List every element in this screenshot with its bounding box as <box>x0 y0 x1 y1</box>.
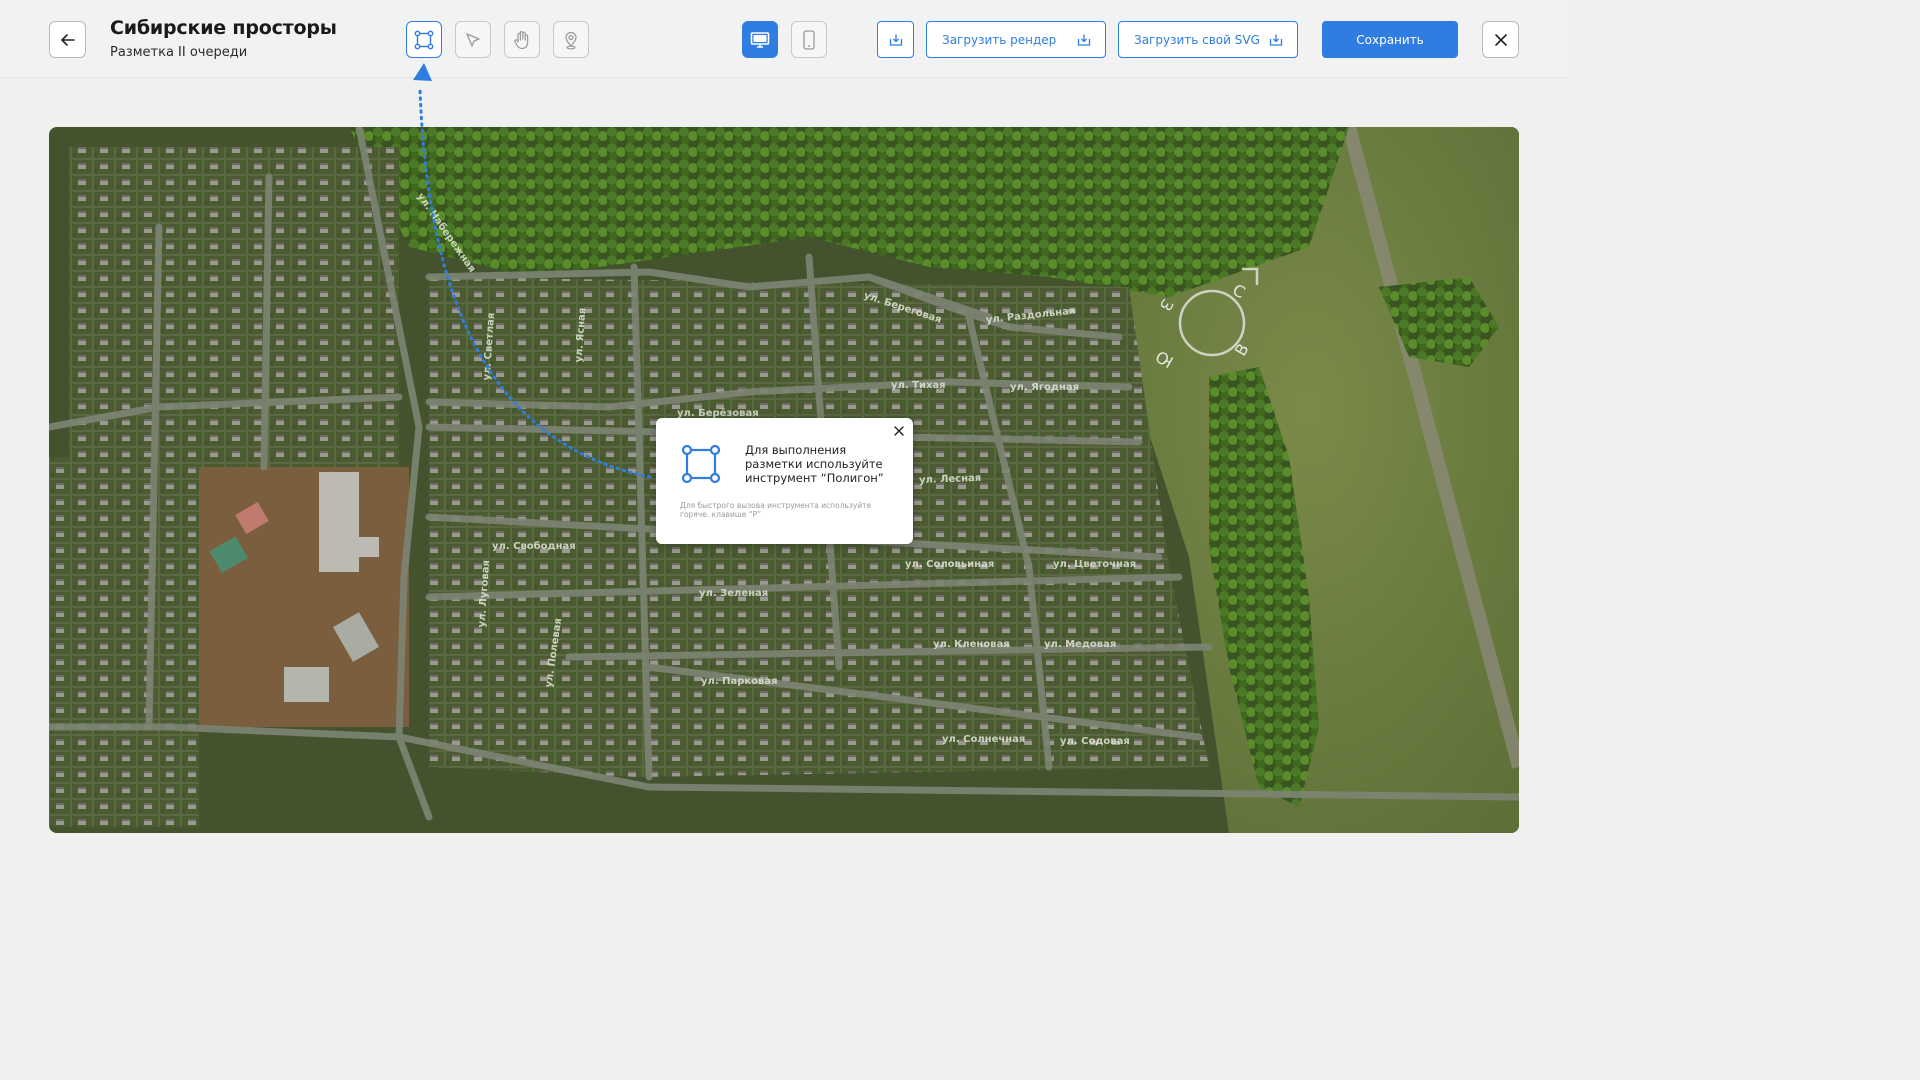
tool-hint-popup: Для выполнения разметки используйте инст… <box>656 418 913 544</box>
download-icon <box>1269 34 1283 46</box>
street-label: ул. Соловьиная <box>905 559 995 570</box>
street-label: ул. Кленовая <box>933 639 1010 650</box>
download-icon <box>889 34 902 46</box>
arrow-left-icon <box>60 33 75 46</box>
street-label: ул. Лесная <box>918 472 982 486</box>
hand-icon <box>514 30 529 49</box>
upload-svg-label: Загрузить свой SVG <box>1134 32 1260 47</box>
page-title: Сибирские просторы <box>110 17 337 39</box>
polygon-icon <box>414 30 434 49</box>
page-subtitle: Разметка II очереди <box>110 45 248 60</box>
download-icon <box>1077 34 1091 46</box>
back-button[interactable] <box>49 21 86 58</box>
device-mobile-button[interactable] <box>791 21 827 58</box>
popup-message: Для выполнения разметки используйте инст… <box>745 443 884 485</box>
tool-pin-button[interactable] <box>553 21 589 58</box>
street-label: ул. Зеленая <box>699 588 769 599</box>
upload-svg-button[interactable]: Загрузить свой SVG <box>1118 21 1298 58</box>
close-icon <box>894 426 904 436</box>
popup-close-button[interactable] <box>892 424 906 438</box>
cursor-icon <box>466 32 480 47</box>
save-button[interactable]: Сохранить <box>1322 21 1458 58</box>
street-label: ул. Парковая <box>701 676 778 687</box>
street-label: ул. Свободная <box>492 541 576 552</box>
street-label: ул. Медовая <box>1044 639 1117 650</box>
tool-polygon-button[interactable] <box>406 21 442 58</box>
street-label: ул. Тихая <box>891 380 946 391</box>
tool-pointer-button[interactable] <box>455 21 491 58</box>
popup-hotkey-hint: Для быстрого вызова инструмента использу… <box>680 501 872 519</box>
close-button[interactable] <box>1482 21 1519 58</box>
upload-render-button[interactable]: Загрузить рендер <box>926 21 1106 58</box>
street-label: ул. Ягодная <box>1010 382 1080 393</box>
street-label: ул. Солнечная <box>942 734 1026 745</box>
close-icon <box>1494 33 1507 46</box>
tool-hand-button[interactable] <box>504 21 540 58</box>
map-pin-icon <box>565 31 577 49</box>
top-bar: Сибирские просторы Разметка II очереди З… <box>0 0 1568 78</box>
mobile-icon <box>803 29 815 50</box>
desktop-icon <box>750 31 770 48</box>
street-label: ул. Цветочная <box>1053 559 1137 570</box>
polygon-icon <box>681 444 721 484</box>
download-button[interactable] <box>877 21 914 58</box>
street-label: ул. Содовая <box>1060 736 1130 747</box>
upload-render-label: Загрузить рендер <box>942 32 1057 47</box>
device-desktop-button[interactable] <box>742 21 778 58</box>
